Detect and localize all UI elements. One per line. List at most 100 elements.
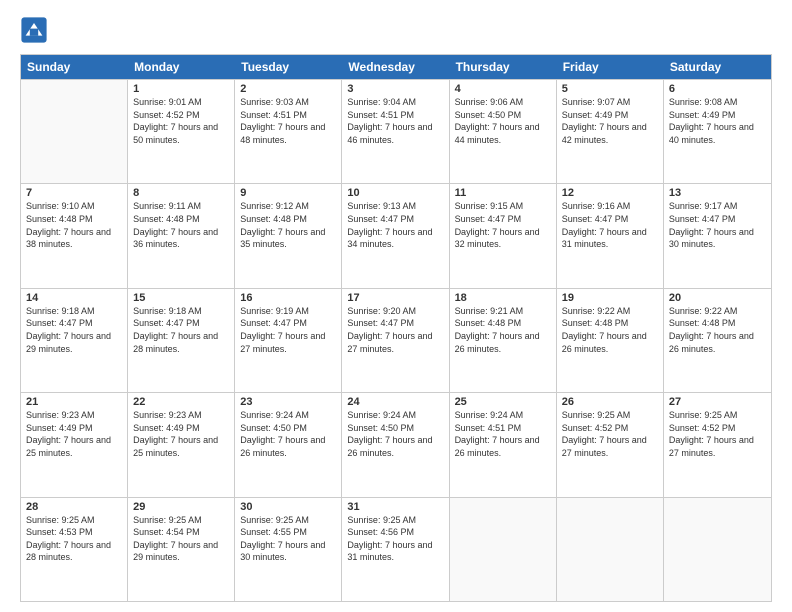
day-info: Sunrise: 9:08 AMSunset: 4:49 PMDaylight:… (669, 96, 766, 146)
calendar-cell: 9Sunrise: 9:12 AMSunset: 4:48 PMDaylight… (235, 184, 342, 287)
day-info: Sunrise: 9:03 AMSunset: 4:51 PMDaylight:… (240, 96, 336, 146)
calendar-body: 1Sunrise: 9:01 AMSunset: 4:52 PMDaylight… (21, 79, 771, 601)
day-info: Sunrise: 9:18 AMSunset: 4:47 PMDaylight:… (133, 305, 229, 355)
calendar-row: 7Sunrise: 9:10 AMSunset: 4:48 PMDaylight… (21, 183, 771, 287)
calendar-cell: 28Sunrise: 9:25 AMSunset: 4:53 PMDayligh… (21, 498, 128, 601)
calendar-cell: 15Sunrise: 9:18 AMSunset: 4:47 PMDayligh… (128, 289, 235, 392)
day-info: Sunrise: 9:16 AMSunset: 4:47 PMDaylight:… (562, 200, 658, 250)
day-number: 9 (240, 187, 336, 199)
calendar-cell: 25Sunrise: 9:24 AMSunset: 4:51 PMDayligh… (450, 393, 557, 496)
day-number: 21 (26, 396, 122, 408)
day-number: 29 (133, 501, 229, 513)
day-info: Sunrise: 9:25 AMSunset: 4:56 PMDaylight:… (347, 514, 443, 564)
day-number: 8 (133, 187, 229, 199)
day-info: Sunrise: 9:06 AMSunset: 4:50 PMDaylight:… (455, 96, 551, 146)
day-number: 7 (26, 187, 122, 199)
day-number: 25 (455, 396, 551, 408)
calendar-row: 14 Sunrise: 9:18 AMSunset: 4:47 PMDayligh… (21, 288, 771, 392)
calendar-cell: 17Sunrise: 9:20 AMSunset: 4:47 PMDayligh… (342, 289, 449, 392)
day-info: Sunrise: 9:15 AMSunset: 4:47 PMDaylight:… (455, 200, 551, 250)
calendar-cell: 12Sunrise: 9:16 AMSunset: 4:47 PMDayligh… (557, 184, 664, 287)
weekday-header: Friday (557, 55, 664, 79)
day-number: 14 (26, 292, 122, 304)
calendar-cell: 11Sunrise: 9:15 AMSunset: 4:47 PMDayligh… (450, 184, 557, 287)
weekday-header: Sunday (21, 55, 128, 79)
header (20, 16, 772, 44)
calendar-cell: 19Sunrise: 9:22 AMSunset: 4:48 PMDayligh… (557, 289, 664, 392)
day-number: 5 (562, 83, 658, 95)
weekday-header: Saturday (664, 55, 771, 79)
calendar-cell: 4Sunrise: 9:06 AMSunset: 4:50 PMDaylight… (450, 80, 557, 183)
day-number: 23 (240, 396, 336, 408)
day-number: 30 (240, 501, 336, 513)
calendar-cell: 13Sunrise: 9:17 AMSunset: 4:47 PMDayligh… (664, 184, 771, 287)
calendar-cell: 20Sunrise: 9:22 AMSunset: 4:48 PMDayligh… (664, 289, 771, 392)
day-info: Sunrise: 9:19 AMSunset: 4:47 PMDaylight:… (240, 305, 336, 355)
day-number: 22 (133, 396, 229, 408)
day-number: 19 (562, 292, 658, 304)
calendar-cell: 14Sunrise: 9:18 AMSunset: 4:47 PMDayligh… (21, 289, 128, 392)
calendar: SundayMondayTuesdayWednesdayThursdayFrid… (20, 54, 772, 602)
day-info: Sunrise: 9:01 AMSunset: 4:52 PMDaylight:… (133, 96, 229, 146)
weekday-header: Thursday (450, 55, 557, 79)
day-number: 27 (669, 396, 766, 408)
calendar-row: 28Sunrise: 9:25 AMSunset: 4:53 PMDayligh… (21, 497, 771, 601)
calendar-cell: 10Sunrise: 9:13 AMSunset: 4:47 PMDayligh… (342, 184, 449, 287)
weekday-header: Tuesday (235, 55, 342, 79)
day-number: 6 (669, 83, 766, 95)
calendar-cell: 30Sunrise: 9:25 AMSunset: 4:55 PMDayligh… (235, 498, 342, 601)
day-number: 4 (455, 83, 551, 95)
calendar-cell: 29Sunrise: 9:25 AMSunset: 4:54 PMDayligh… (128, 498, 235, 601)
logo (20, 16, 52, 44)
calendar-row: 21Sunrise: 9:23 AMSunset: 4:49 PMDayligh… (21, 392, 771, 496)
calendar-cell (450, 498, 557, 601)
day-info: Sunrise: 9:10 AMSunset: 4:48 PMDaylight:… (26, 200, 122, 250)
calendar-cell: 7Sunrise: 9:10 AMSunset: 4:48 PMDaylight… (21, 184, 128, 287)
day-info: Sunrise: 9:23 AMSunset: 4:49 PMDaylight:… (26, 409, 122, 459)
calendar-cell: 2Sunrise: 9:03 AMSunset: 4:51 PMDaylight… (235, 80, 342, 183)
calendar-cell (557, 498, 664, 601)
day-info: Sunrise: 9:21 AMSunset: 4:48 PMDaylight:… (455, 305, 551, 355)
day-number: 24 (347, 396, 443, 408)
calendar-cell: 27Sunrise: 9:25 AMSunset: 4:52 PMDayligh… (664, 393, 771, 496)
calendar-cell: 21Sunrise: 9:23 AMSunset: 4:49 PMDayligh… (21, 393, 128, 496)
day-number: 17 (347, 292, 443, 304)
calendar-cell: 22Sunrise: 9:23 AMSunset: 4:49 PMDayligh… (128, 393, 235, 496)
day-info: Sunrise: 9:22 AMSunset: 4:48 PMDaylight:… (562, 305, 658, 355)
day-number: 28 (26, 501, 122, 513)
calendar-header: SundayMondayTuesdayWednesdayThursdayFrid… (21, 55, 771, 79)
day-number: 26 (562, 396, 658, 408)
day-number: 11 (455, 187, 551, 199)
day-info: Sunrise: 9:13 AMSunset: 4:47 PMDaylight:… (347, 200, 443, 250)
page: SundayMondayTuesdayWednesdayThursdayFrid… (0, 0, 792, 612)
day-info: Sunrise: 9:25 AMSunset: 4:54 PMDaylight:… (133, 514, 229, 564)
calendar-cell: 18Sunrise: 9:21 AMSunset: 4:48 PMDayligh… (450, 289, 557, 392)
day-number: 3 (347, 83, 443, 95)
day-info: Sunrise: 9:25 AMSunset: 4:52 PMDaylight:… (669, 409, 766, 459)
day-number: 20 (669, 292, 766, 304)
day-info: Sunrise: 9:24 AMSunset: 4:51 PMDaylight:… (455, 409, 551, 459)
day-number: 13 (669, 187, 766, 199)
day-number: 18 (455, 292, 551, 304)
weekday-header: Wednesday (342, 55, 449, 79)
calendar-cell: 1Sunrise: 9:01 AMSunset: 4:52 PMDaylight… (128, 80, 235, 183)
day-info: Sunrise: 9:25 AMSunset: 4:52 PMDaylight:… (562, 409, 658, 459)
day-info: Sunrise: 9:23 AMSunset: 4:49 PMDaylight:… (133, 409, 229, 459)
calendar-cell (21, 80, 128, 183)
day-info: Sunrise: 9:25 AMSunset: 4:55 PMDaylight:… (240, 514, 336, 564)
calendar-cell: 6Sunrise: 9:08 AMSunset: 4:49 PMDaylight… (664, 80, 771, 183)
day-info: Sunrise: 9:25 AMSunset: 4:53 PMDaylight:… (26, 514, 122, 564)
calendar-row: 1Sunrise: 9:01 AMSunset: 4:52 PMDaylight… (21, 79, 771, 183)
logo-icon (20, 16, 48, 44)
day-number: 10 (347, 187, 443, 199)
day-info: Sunrise: 9:04 AMSunset: 4:51 PMDaylight:… (347, 96, 443, 146)
day-number: 12 (562, 187, 658, 199)
day-number: 15 (133, 292, 229, 304)
day-info: Sunrise: 9:22 AMSunset: 4:48 PMDaylight:… (669, 305, 766, 355)
calendar-cell: 24Sunrise: 9:24 AMSunset: 4:50 PMDayligh… (342, 393, 449, 496)
calendar-cell (664, 498, 771, 601)
day-info: Sunrise: 9:12 AMSunset: 4:48 PMDaylight:… (240, 200, 336, 250)
calendar-cell: 31Sunrise: 9:25 AMSunset: 4:56 PMDayligh… (342, 498, 449, 601)
calendar-cell: 3Sunrise: 9:04 AMSunset: 4:51 PMDaylight… (342, 80, 449, 183)
day-number: 2 (240, 83, 336, 95)
